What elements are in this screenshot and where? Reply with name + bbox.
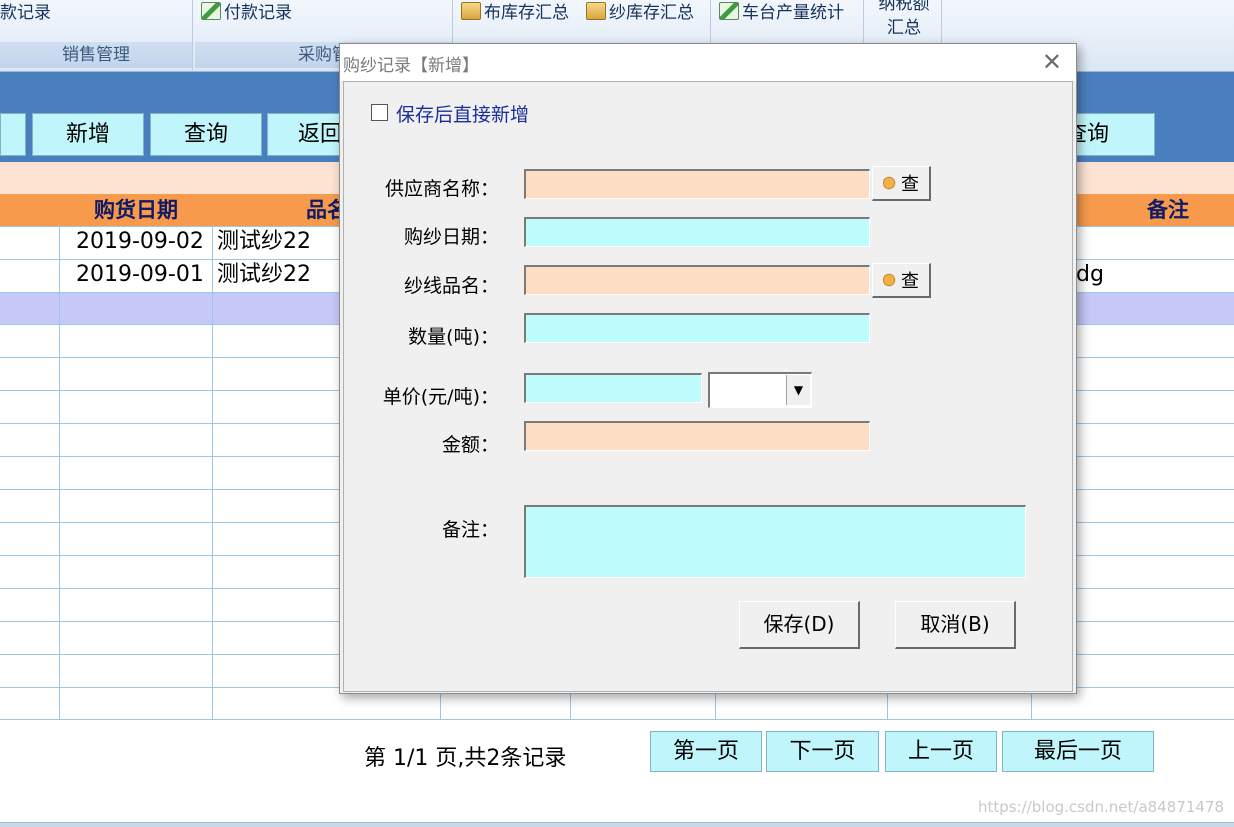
yarn-lookup-button[interactable]: 查 — [872, 263, 931, 298]
unit-price-field[interactable] — [524, 373, 702, 403]
next-page-button[interactable]: 下一页 — [766, 731, 879, 772]
amount-field[interactable] — [524, 421, 870, 451]
ribbon-button-fabric-stock[interactable]: 布库存汇总 — [461, 0, 569, 23]
ribbon-button-receipt-records[interactable]: 款记录 — [0, 0, 51, 23]
ribbon-button-label: 汇总 — [887, 18, 921, 38]
ribbon-button-label: 车台产量统计 — [742, 3, 844, 23]
supplier-label: 供应商名称： — [384, 178, 499, 200]
column-header-date: 购货日期 — [94, 198, 178, 222]
ribbon-group-label: 销售管理 — [0, 42, 192, 68]
query-button[interactable]: 查询 — [150, 113, 262, 156]
lookup-label: 查 — [901, 174, 919, 195]
cell-name: 测试纱22 — [217, 229, 311, 254]
yarn-name-field[interactable] — [524, 265, 870, 295]
save-and-new-checkbox[interactable] — [371, 104, 388, 121]
cancel-button[interactable]: 取消(B) — [895, 601, 1016, 649]
close-icon[interactable]: ✕ — [1042, 48, 1062, 76]
last-page-button[interactable]: 最后一页 — [1002, 731, 1154, 772]
ribbon-group-sales: 款记录 销售管理 — [0, 0, 193, 70]
supplier-lookup-button[interactable]: 查 — [872, 166, 931, 201]
column-header-remark: 备注 — [1147, 198, 1189, 222]
date-label: 购纱日期： — [403, 226, 499, 248]
ribbon-button-label: 纱库存汇总 — [609, 3, 694, 23]
doc-check-icon — [201, 1, 221, 20]
ribbon-button-label: 纳税额 — [878, 0, 930, 14]
doc-check-icon — [719, 1, 739, 20]
toolbar-button-partial[interactable] — [0, 113, 26, 156]
ribbon-button-yarn-stock[interactable]: 纱库存汇总 — [586, 0, 694, 23]
ribbon-button-label: 付款记录 — [224, 3, 292, 23]
cell-remark: dg — [1076, 262, 1104, 287]
cell-date: 2019-09-02 — [76, 229, 204, 254]
ribbon-button-label: 布库存汇总 — [484, 3, 569, 23]
hand-pointer-icon — [883, 176, 898, 190]
save-button[interactable]: 保存(D) — [739, 601, 860, 649]
purchase-yarn-dialog: 购纱记录【新增】 ✕ 保存后直接新增 供应商名称： 查 购纱日期： 纱线品名： … — [339, 43, 1077, 694]
ribbon-button-label: 款记录 — [0, 3, 51, 23]
remark-label: 备注： — [441, 519, 499, 541]
yarn-name-label: 纱线品名： — [403, 275, 499, 297]
save-and-new-label: 保存后直接新增 — [396, 104, 530, 126]
date-field[interactable] — [524, 217, 870, 247]
watermark: https://blog.csdn.net/a84871478 — [978, 798, 1224, 816]
dialog-title: 购纱记录【新增】 — [343, 56, 479, 76]
cell-date: 2019-09-01 — [76, 262, 204, 287]
dialog-body: 保存后直接新增 供应商名称： 查 购纱日期： 纱线品名： 查 数量(吨)： 单价… — [343, 81, 1073, 692]
remark-field[interactable] — [524, 505, 1026, 578]
new-button[interactable]: 新增 — [32, 113, 144, 156]
prev-page-button[interactable]: 上一页 — [885, 731, 997, 772]
quantity-field[interactable] — [524, 313, 870, 343]
ribbon-button-tax-summary[interactable]: 纳税额 汇总 — [866, 0, 942, 40]
supplier-field[interactable] — [524, 169, 870, 199]
ribbon-button-machine-output[interactable]: 车台产量统计 — [719, 0, 844, 23]
unit-price-label: 单价(元/吨)： — [382, 386, 499, 408]
price-unit-select[interactable]: ▼ — [708, 372, 812, 408]
lookup-label: 查 — [901, 271, 919, 292]
chevron-down-icon[interactable]: ▼ — [786, 375, 810, 405]
amount-label: 金额： — [441, 434, 499, 456]
first-page-button[interactable]: 第一页 — [650, 731, 762, 772]
ribbon-button-payment-records[interactable]: 付款记录 — [201, 0, 292, 23]
box-icon — [461, 1, 481, 20]
status-bar — [0, 822, 1234, 827]
pager-info: 第 1/1 页,共2条记录 — [364, 746, 567, 771]
dialog-titlebar[interactable]: 购纱记录【新增】 ✕ — [340, 44, 1076, 81]
box-icon — [586, 1, 606, 20]
cell-name: 测试纱22 — [217, 262, 311, 287]
quantity-label: 数量(吨)： — [408, 326, 499, 348]
hand-pointer-icon — [883, 273, 898, 287]
